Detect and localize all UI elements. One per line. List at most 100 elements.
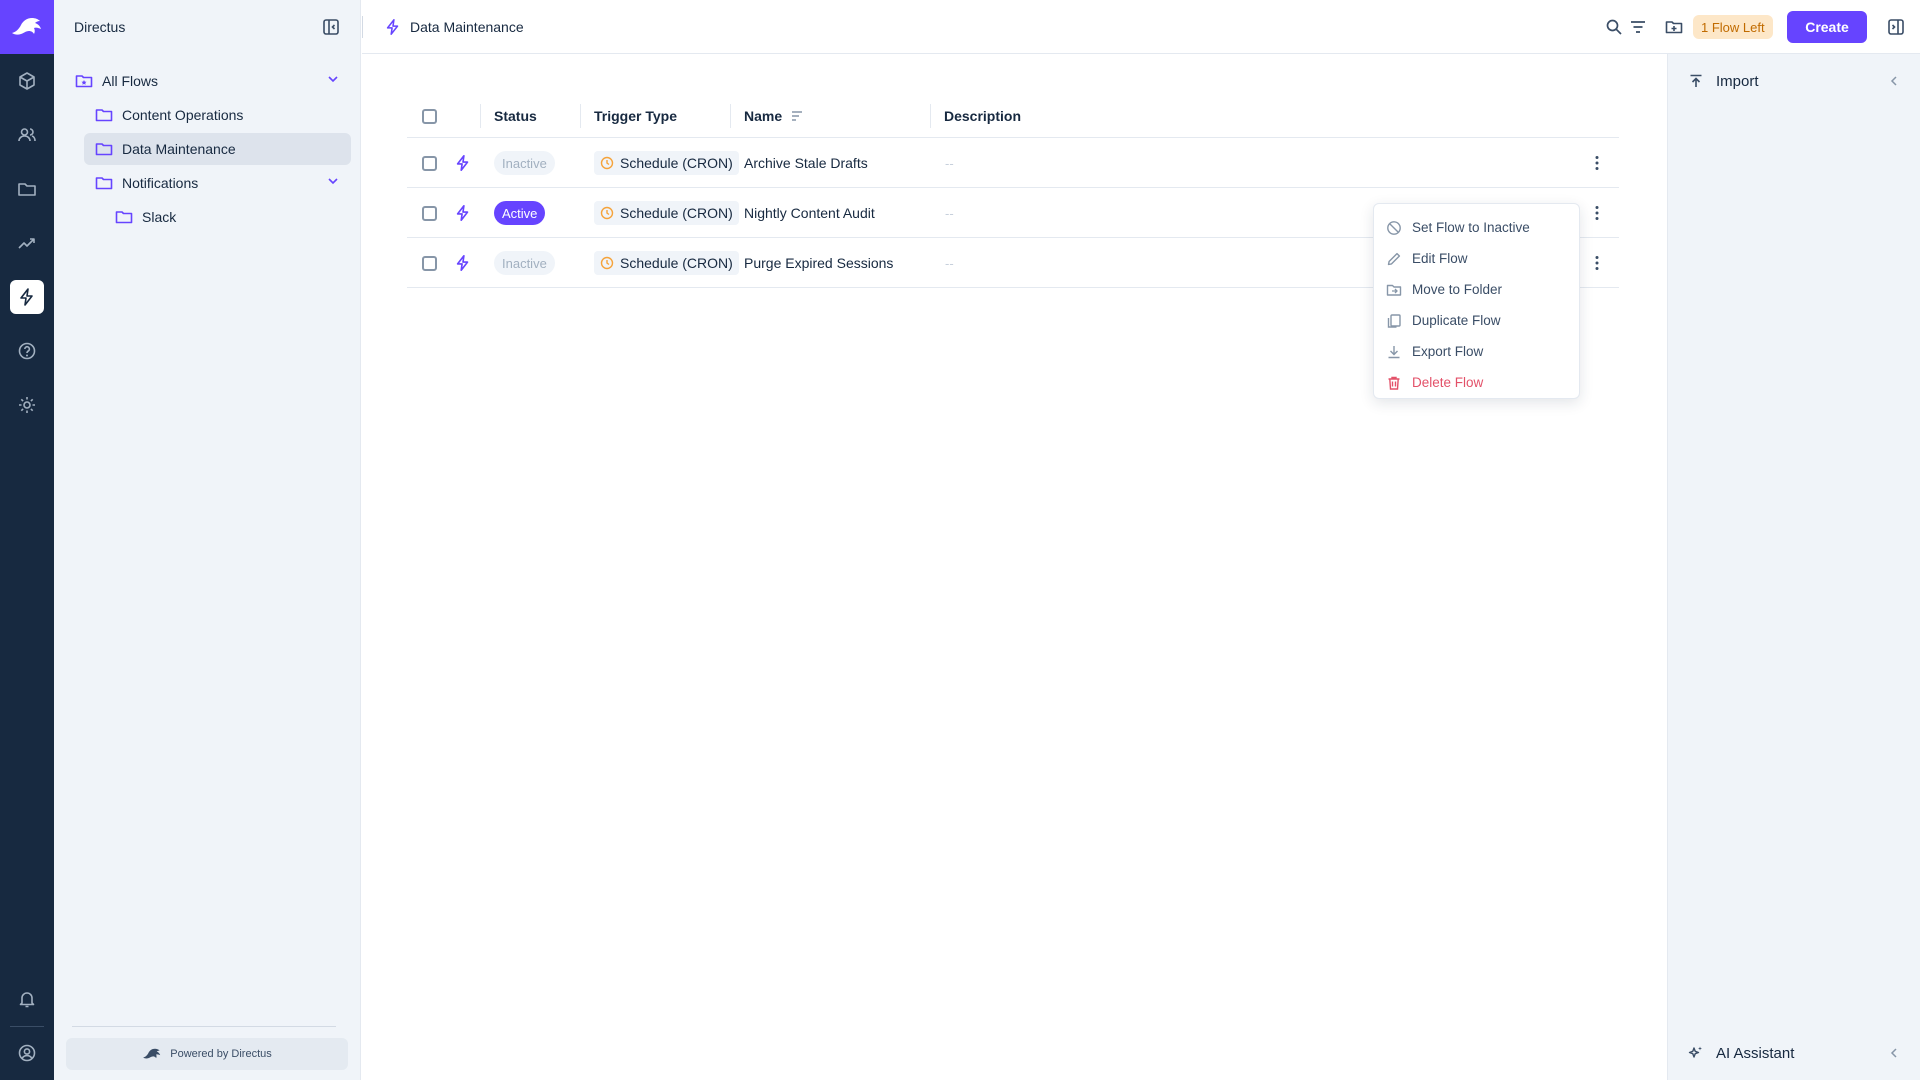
row-checkbox[interactable] <box>422 188 437 238</box>
collapse-nav-button[interactable] <box>322 18 340 36</box>
trash-icon <box>1388 376 1400 390</box>
create-new-folder-icon <box>1665 21 1683 34</box>
column-header-description[interactable]: Description <box>944 94 1021 138</box>
tree-item-label: All Flows <box>102 73 159 89</box>
search-button[interactable] <box>1602 15 1626 39</box>
toggle-right-sidebar-button[interactable] <box>1884 15 1908 39</box>
name-cell: Nightly Content Audit <box>744 205 875 221</box>
column-header-status[interactable]: Status <box>494 94 537 138</box>
import-section[interactable]: Import <box>1668 54 1920 108</box>
more-vertical-icon <box>1595 206 1599 220</box>
column-separator <box>930 104 931 128</box>
menu-item-duplicate-flow[interactable]: Duplicate Flow <box>1374 305 1579 336</box>
flow-limit-badge: 1 Flow Left <box>1693 15 1773 39</box>
nav-header: Directus <box>54 0 360 54</box>
column-header-name-label: Name <box>744 108 783 124</box>
content-module-button[interactable] <box>10 64 44 98</box>
status-cell: Inactive <box>494 138 555 188</box>
filter-icon <box>1631 21 1645 33</box>
column-separator <box>480 104 481 128</box>
cube-icon <box>19 72 35 90</box>
gear-icon <box>19 397 35 413</box>
settings-module-button[interactable] <box>10 388 44 422</box>
directus-logo[interactable] <box>0 0 54 54</box>
row-checkbox[interactable] <box>422 238 437 288</box>
more-vertical-icon <box>1595 256 1599 270</box>
bolt-icon <box>454 238 472 288</box>
chevron-left-icon <box>1887 1046 1901 1060</box>
bolt-icon <box>20 288 33 306</box>
module-bar-divider <box>10 1026 44 1027</box>
trigger-chip: Schedule (CRON) <box>594 151 739 175</box>
flows-module-button[interactable] <box>10 280 44 314</box>
chevron-down-icon[interactable] <box>325 71 341 87</box>
filter-button[interactable] <box>1626 15 1650 39</box>
menu-item-set-inactive[interactable]: Set Flow to Inactive <box>1374 212 1579 243</box>
sparkle-icon <box>1688 1046 1702 1058</box>
tree-item-label: Data Maintenance <box>122 141 236 157</box>
menu-item-delete-flow[interactable]: Delete Flow <box>1374 367 1579 398</box>
row-checkbox[interactable] <box>422 138 437 188</box>
page-title-text: Data Maintenance <box>410 19 524 35</box>
trigger-label: Schedule (CRON) <box>620 255 733 271</box>
menu-item-label: Set Flow to Inactive <box>1412 220 1530 235</box>
folder-icon <box>18 183 36 196</box>
table-row[interactable]: Inactive Schedule (CRON) Archive Stale D… <box>407 138 1619 188</box>
tree-item-slack[interactable]: Slack <box>112 201 351 233</box>
create-button[interactable]: Create <box>1787 11 1867 43</box>
sidebar-right-icon <box>1888 19 1904 35</box>
tree-item-data-maintenance[interactable]: Data Maintenance <box>84 133 351 165</box>
schedule-icon <box>600 156 614 170</box>
row-more-options-button[interactable] <box>1587 203 1607 223</box>
chevron-down-icon[interactable] <box>325 173 341 189</box>
tree-item-notifications[interactable]: Notifications <box>92 167 351 199</box>
status-cell: Active <box>494 188 546 238</box>
insights-module-button[interactable] <box>10 226 44 260</box>
block-icon <box>1387 220 1401 235</box>
notifications-button[interactable] <box>10 982 44 1016</box>
page-header: Data Maintenance 1 Flow Left Create <box>362 0 1920 54</box>
row-more-options-button[interactable] <box>1587 153 1607 173</box>
schedule-icon <box>600 256 614 270</box>
table-header: Status Trigger Type Name Description <box>407 94 1619 138</box>
create-folder-button[interactable] <box>1662 15 1686 39</box>
status-badge: Active <box>494 201 546 225</box>
column-separator <box>730 104 731 128</box>
tree-item-all-flows[interactable]: All Flows <box>72 65 351 97</box>
bell-icon <box>19 992 35 1008</box>
menu-item-edit-flow[interactable]: Edit Flow <box>1374 243 1579 274</box>
status-badge: Inactive <box>494 251 555 275</box>
menu-item-move-to-folder[interactable]: Move to Folder <box>1374 274 1579 305</box>
duplicate-icon <box>1387 313 1401 328</box>
import-label: Import <box>1716 72 1759 90</box>
users-module-button[interactable] <box>10 118 44 152</box>
select-all-checkbox[interactable] <box>422 94 437 138</box>
menu-item-export-flow[interactable]: Export Flow <box>1374 336 1579 367</box>
trigger-label: Schedule (CRON) <box>620 155 733 171</box>
navigation-sidebar: Directus All Flows Content Operations Da… <box>54 0 361 1080</box>
folder-icon <box>94 173 114 193</box>
ai-assistant-section[interactable]: AI Assistant <box>1668 1026 1920 1080</box>
page-title: Data Maintenance <box>384 0 524 54</box>
column-header-name[interactable]: Name <box>744 94 804 138</box>
flow-context-menu: Set Flow to Inactive Edit Flow Move to F… <box>1373 203 1580 399</box>
folder-icon <box>94 139 114 159</box>
row-more-options-button[interactable] <box>1587 253 1607 273</box>
menu-item-label: Export Flow <box>1412 344 1484 359</box>
help-module-button[interactable] <box>10 334 44 368</box>
trigger-label: Schedule (CRON) <box>620 205 733 221</box>
sidebar-collapse-icon <box>323 19 339 35</box>
files-module-button[interactable] <box>10 172 44 206</box>
folder-icon <box>94 105 114 125</box>
description-cell: -- <box>945 255 954 271</box>
powered-by-directus[interactable]: Powered by Directus <box>66 1038 348 1070</box>
menu-item-label: Move to Folder <box>1412 282 1503 297</box>
move-folder-icon <box>1386 284 1402 296</box>
name-cell: Purge Expired Sessions <box>744 255 894 271</box>
column-header-trigger-type[interactable]: Trigger Type <box>594 94 677 138</box>
trigger-cell: Schedule (CRON) <box>594 238 739 288</box>
status-cell: Inactive <box>494 238 555 288</box>
user-profile-button[interactable] <box>10 1036 44 1070</box>
tree-item-label: Content Operations <box>122 107 244 123</box>
tree-item-content-operations[interactable]: Content Operations <box>92 99 351 131</box>
